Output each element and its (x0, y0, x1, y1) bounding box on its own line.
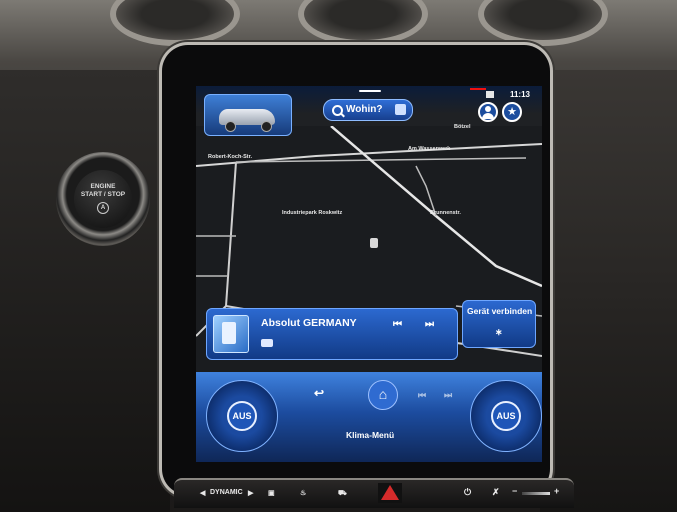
infotainment-screen: Robert-Koch-Str. Am Wasserwerk Industrie… (196, 86, 542, 462)
bluetooth-icon: ∗ (495, 327, 503, 337)
road-label: Bötzel (454, 124, 471, 130)
power-button[interactable]: ⏻ (464, 487, 471, 498)
back-button[interactable]: ↩ (314, 386, 324, 400)
climate-dial-left[interactable]: AUS (206, 380, 278, 452)
hardware-button-bar: ◀ DYNAMIC ▶ ▣ ♨ ⛟ ⏻ ✗ − + (174, 478, 574, 508)
next-button[interactable]: ⏭ (444, 390, 452, 401)
seat-heating-button[interactable]: ♨ (300, 489, 306, 497)
wheel-icon (261, 121, 272, 132)
radio-icon (261, 339, 273, 347)
next-track-button[interactable]: ⏭ (425, 319, 434, 330)
left-trim-panel (0, 70, 170, 512)
hazard-warning-button[interactable] (378, 483, 402, 503)
pull-down-handle[interactable] (359, 90, 381, 92)
volume-up-button[interactable]: + (554, 486, 559, 496)
dynamic-right-button[interactable]: ▶ (248, 489, 253, 497)
home-button[interactable]: ⌂ (368, 380, 398, 410)
favorites-button[interactable]: ★ (502, 102, 522, 122)
search-icon (332, 105, 343, 116)
auto-start-stop-icon: A (97, 202, 109, 214)
engine-start-stop-button[interactable]: ENGINE START / STOP A (56, 152, 150, 246)
dynamic-left-button[interactable]: ◀ (200, 489, 205, 497)
mute-button[interactable]: ✗ (492, 487, 500, 498)
road-label: Brunnenstr. (430, 210, 461, 216)
poi-marker-icon[interactable] (370, 238, 378, 248)
previous-track-button[interactable]: ⏮ (393, 319, 402, 330)
status-indicator (470, 88, 486, 90)
vehicle-tile[interactable] (204, 94, 292, 136)
climate-menu-button[interactable]: Klima-Menü (346, 430, 394, 440)
climate-left-off-button[interactable]: AUS (227, 401, 257, 431)
road-label: Robert-Koch-Str. (208, 154, 252, 160)
parking-camera-button[interactable]: ▣ (268, 489, 275, 497)
profile-button[interactable] (478, 102, 498, 122)
previous-button[interactable]: ⏮ (418, 390, 426, 401)
media-widget[interactable]: Absolut GERMANY ⏮ ⏭ (206, 308, 458, 360)
climate-bar: AUS ↩ ⌂ ⏮ ⏭ AUS Klima-Menü (196, 372, 542, 462)
volume-down-button[interactable]: − (512, 486, 517, 496)
destination-search-button[interactable]: Wohin? (323, 99, 413, 121)
wheel-icon (225, 121, 236, 132)
start-stop-label: START / STOP (80, 191, 126, 198)
keyboard-icon (395, 104, 406, 115)
station-logo (213, 315, 249, 353)
engine-label: ENGINE (90, 183, 116, 190)
climate-dial-right[interactable]: AUS (470, 380, 542, 452)
station-name: Absolut GERMANY (261, 317, 357, 329)
clock: 11:13 (509, 90, 530, 99)
engine-button-face[interactable]: ENGINE START / STOP A (74, 170, 132, 228)
signal-icon (486, 91, 494, 98)
road-label: Industriepark Roskwitz (282, 210, 343, 216)
search-label: Wohin? (346, 104, 383, 115)
right-trim-panel (540, 70, 677, 512)
dynamic-select-label: DYNAMIC (210, 489, 243, 496)
connect-device-tile[interactable]: Gerät verbinden ∗ (462, 300, 536, 348)
climate-right-off-button[interactable]: AUS (491, 401, 521, 431)
connect-device-label: Gerät verbinden (467, 306, 533, 316)
volume-slider[interactable] (522, 492, 550, 495)
road-label: Am Wasserwerk (408, 146, 451, 152)
vehicle-menu-button[interactable]: ⛟ (338, 489, 347, 498)
